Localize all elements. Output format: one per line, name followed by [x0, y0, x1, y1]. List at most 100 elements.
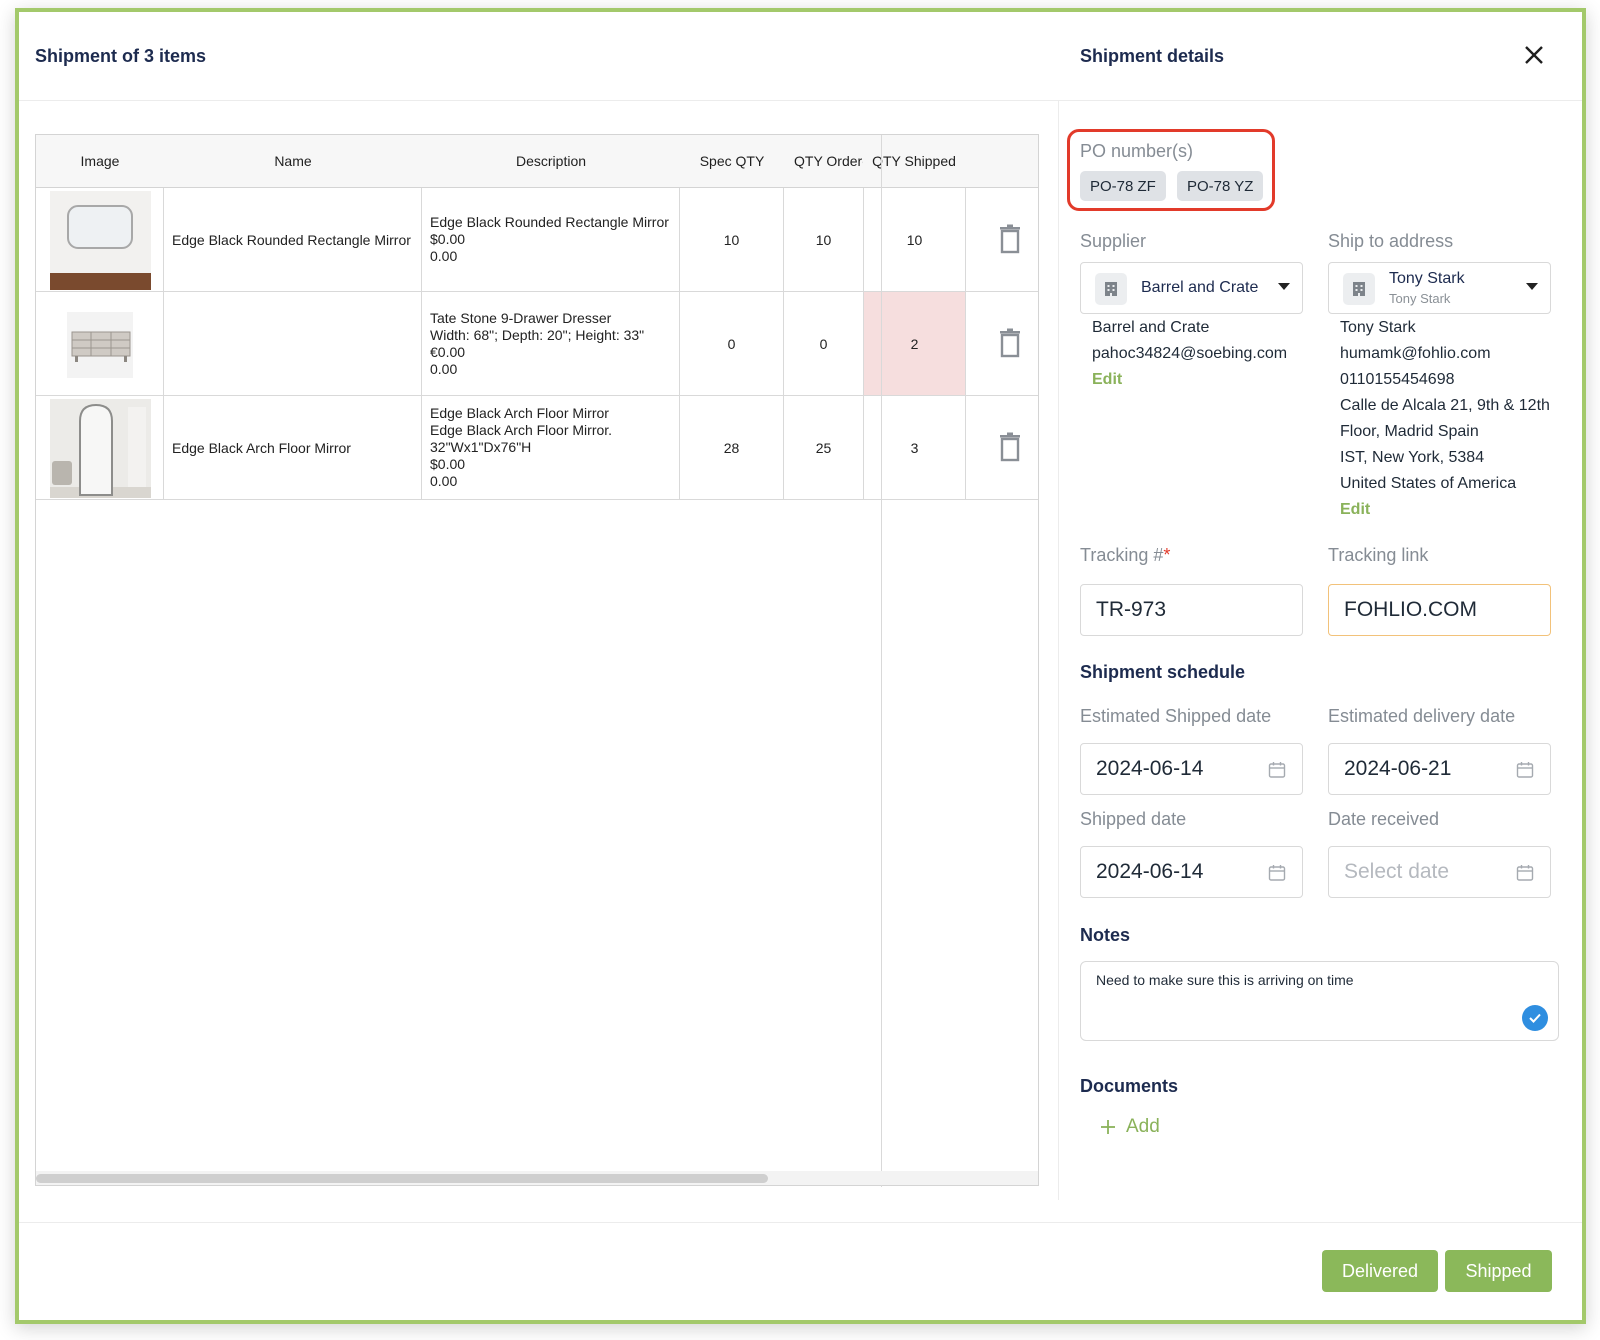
ship-to-address-line: Calle de Alcala 21, 9th & 12th — [1340, 397, 1550, 414]
ship-to-select[interactable]: Tony Stark Tony Stark — [1328, 262, 1551, 314]
supplier-email: pahoc34824@soebing.com — [1092, 345, 1288, 362]
description-line: 32"Wx1"Dx76"H — [430, 439, 532, 455]
notes-text: Need to make sure this is arriving on ti… — [1096, 972, 1354, 988]
table-row[interactable]: Edge Black Arch Floor Mirror Edge Black … — [36, 396, 1038, 500]
trash-icon[interactable] — [996, 432, 1024, 462]
description-line: 0.00 — [430, 248, 458, 264]
calendar-icon[interactable] — [1516, 864, 1534, 882]
ship-to-selected: Tony Stark — [1389, 270, 1465, 287]
spec-qty: 10 — [680, 188, 784, 291]
qty-ordered: 0 — [784, 292, 864, 395]
chevron-down-icon — [1526, 283, 1538, 290]
required-mark: * — [1163, 545, 1171, 565]
description-line: Edge Black Rounded Rectangle Mirror — [430, 214, 669, 230]
item-description: Edge Black Arch Floor Mirror Edge Black … — [422, 396, 680, 499]
supplier-name: Barrel and Crate — [1092, 319, 1210, 336]
ship-to-edit-link[interactable]: Edit — [1340, 497, 1560, 523]
ship-to-name: Tony Stark — [1340, 319, 1416, 336]
table-row[interactable]: Tate Stone 9-Drawer Dresser Width: 68"; … — [36, 292, 1038, 396]
horizontal-scrollbar[interactable] — [36, 1171, 1038, 1185]
calendar-icon[interactable] — [1516, 761, 1534, 779]
table-header: Image Name Description Spec QTY QTY Orde… — [36, 135, 1038, 188]
po-chip[interactable]: PO-78 YZ — [1177, 171, 1264, 201]
notes-title: Notes — [1080, 925, 1131, 945]
date-received-placeholder: Select date — [1344, 860, 1450, 883]
date-received-label: Date received — [1328, 809, 1440, 829]
col-description[interactable]: Description — [422, 153, 680, 169]
col-name[interactable]: Name — [164, 153, 422, 169]
estimated-delivery-date-input[interactable]: 2024-06-21 — [1328, 743, 1551, 795]
tracking-number-label: Tracking #* — [1080, 545, 1170, 566]
qty-shipped[interactable]: 3 — [864, 396, 966, 499]
documents-title: Documents — [1080, 1076, 1179, 1096]
footer-divider — [19, 1222, 1582, 1223]
trash-icon[interactable] — [996, 224, 1024, 254]
calendar-icon[interactable] — [1268, 761, 1286, 779]
description-line: Edge Black Arch Floor Mirror — [430, 405, 609, 421]
po-label: PO number(s) — [1080, 141, 1194, 161]
calendar-icon[interactable] — [1268, 864, 1286, 882]
arch-floor-mirror-photo — [50, 399, 151, 498]
description-line: 0.00 — [430, 473, 458, 489]
trash-icon[interactable] — [996, 328, 1024, 358]
supplier-edit-link[interactable]: Edit — [1092, 367, 1307, 393]
rounded-rectangle-mirror-photo — [50, 191, 151, 290]
description-line: $0.00 — [430, 231, 466, 247]
header-divider — [19, 100, 1582, 101]
building-icon — [1095, 273, 1127, 305]
supplier-label: Supplier — [1080, 231, 1147, 251]
estimated-delivery-value: 2024-06-21 — [1344, 757, 1452, 780]
shipped-date-value: 2024-06-14 — [1096, 860, 1204, 883]
col-image[interactable]: Image — [36, 153, 164, 169]
description-line: Tate Stone 9-Drawer Dresser — [430, 309, 612, 326]
supplier-selected: Barrel and Crate — [1141, 279, 1259, 296]
scrollbar-thumb[interactable] — [36, 1174, 768, 1183]
supplier-select[interactable]: Barrel and Crate — [1080, 262, 1303, 314]
image-cell — [36, 188, 164, 291]
shipment-schedule-title: Shipment schedule — [1080, 662, 1246, 682]
description-line: €0.00 — [430, 343, 466, 360]
shipment-items-title: Shipment of 3 items — [35, 46, 207, 66]
add-document-label: Add — [1126, 1116, 1160, 1137]
ship-to-email: humamk@fohlio.com — [1340, 345, 1491, 362]
column-divider — [881, 135, 882, 1187]
estimated-shipped-date-input[interactable]: 2024-06-14 — [1080, 743, 1303, 795]
description-line: $0.00 — [430, 456, 466, 472]
item-description: Edge Black Rounded Rectangle Mirror $0.0… — [422, 188, 680, 291]
ship-to-address-line: Floor, Madrid Spain — [1340, 423, 1479, 440]
po-chip[interactable]: PO-78 ZF — [1080, 171, 1166, 201]
ship-to-info: Tony Stark humamk@fohlio.com 01101554546… — [1340, 315, 1560, 523]
tracking-link-input[interactable]: FOHLIO.COM — [1328, 584, 1551, 636]
col-qty-shipped[interactable]: QTY Shipped — [863, 153, 965, 169]
qty-ordered: 25 — [784, 396, 864, 499]
supplier-info: Barrel and Crate pahoc34824@soebing.com … — [1092, 315, 1307, 393]
date-received-input[interactable]: Select date — [1328, 846, 1551, 898]
tracking-number-label-text: Tracking # — [1080, 545, 1164, 565]
estimated-shipped-value: 2024-06-14 — [1096, 757, 1204, 780]
shipped-button[interactable]: Shipped — [1445, 1250, 1552, 1292]
qty-shipped[interactable]: 2 — [864, 292, 966, 395]
shipped-date-input[interactable]: 2024-06-14 — [1080, 846, 1303, 898]
qty-shipped[interactable]: 10 — [864, 188, 966, 291]
ship-to-country: United States of America — [1340, 475, 1517, 492]
tracking-number-input[interactable]: TR-973 — [1080, 584, 1303, 636]
ship-to-label: Ship to address — [1328, 231, 1454, 251]
estimated-delivery-label: Estimated delivery date — [1328, 706, 1516, 726]
close-icon[interactable] — [1519, 40, 1549, 70]
spec-qty: 0 — [680, 292, 784, 395]
image-cell — [36, 292, 164, 395]
dresser-photo — [67, 312, 133, 378]
item-description: Tate Stone 9-Drawer Dresser Width: 68"; … — [422, 292, 680, 395]
table-row[interactable]: Edge Black Rounded Rectangle Mirror Edge… — [36, 188, 1038, 292]
estimated-shipped-label: Estimated Shipped date — [1080, 706, 1272, 726]
ship-to-phone: 0110155454698 — [1340, 371, 1455, 388]
notes-textarea[interactable]: Need to make sure this is arriving on ti… — [1080, 961, 1559, 1041]
delivered-button[interactable]: Delivered — [1322, 1250, 1438, 1292]
description-line: 0.00 — [430, 360, 458, 377]
check-icon[interactable] — [1522, 1005, 1548, 1031]
tracking-link-label: Tracking link — [1328, 545, 1429, 565]
ship-to-address-line: IST, New York, 5384 — [1340, 449, 1485, 466]
col-spec-qty[interactable]: Spec QTY — [680, 153, 784, 169]
add-document-button[interactable]: Add — [1100, 1116, 1160, 1138]
col-qty-ordered[interactable]: QTY Ordered — [794, 153, 863, 169]
